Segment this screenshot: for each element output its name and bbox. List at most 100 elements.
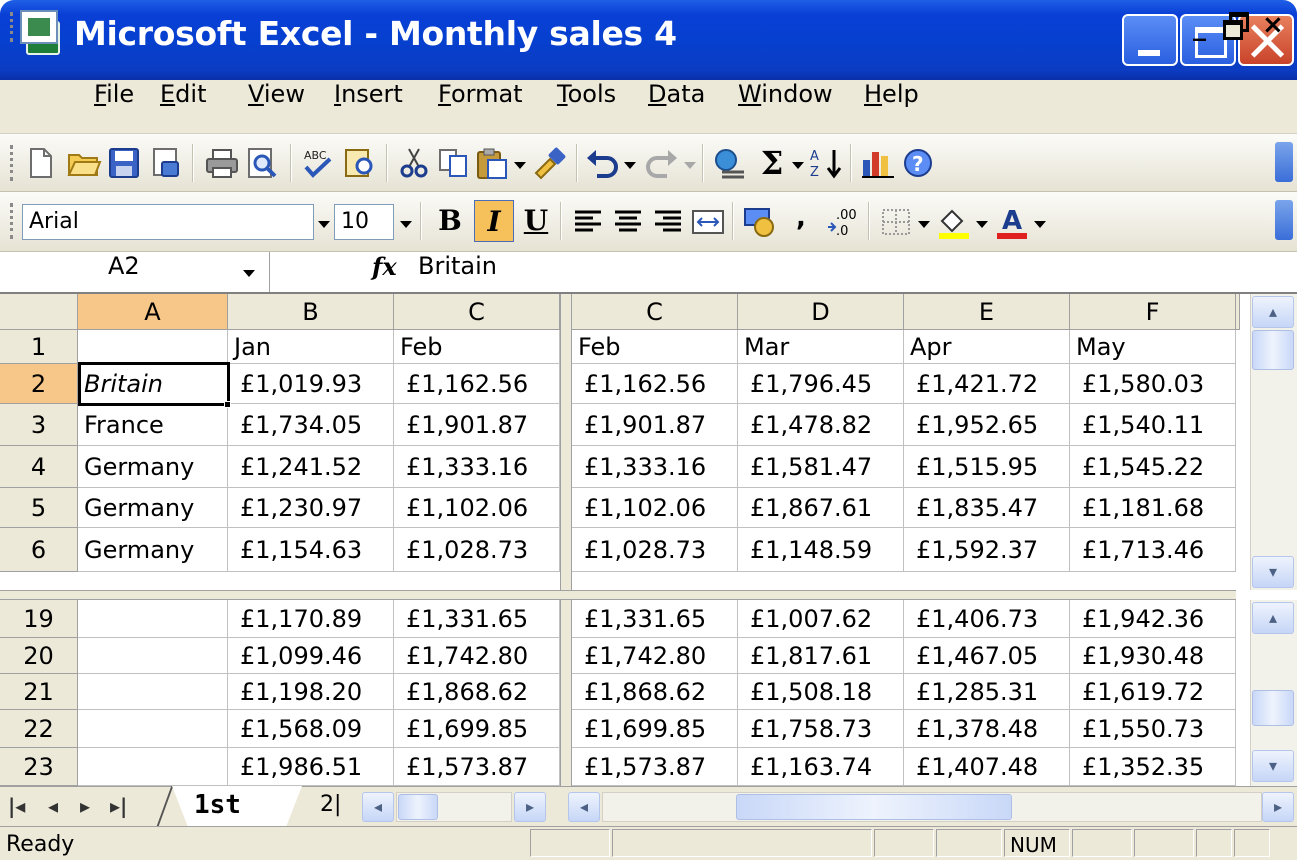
currency-style-icon[interactable] [742, 205, 778, 239]
cell-d2[interactable]: £1,796.45 [738, 364, 904, 404]
cell-f22[interactable]: £1,550.73 [1070, 710, 1236, 748]
cell-d3[interactable]: £1,478.82 [738, 404, 904, 446]
row-header-21[interactable]: 21 [0, 674, 78, 710]
hscroll2-right-button[interactable]: ▸ [1262, 792, 1294, 822]
cell-e22[interactable]: £1,378.48 [904, 710, 1070, 748]
copy-icon[interactable] [436, 146, 472, 180]
column-header-b[interactable]: B [228, 294, 394, 330]
cell-b5[interactable]: £1,230.97 [228, 488, 394, 528]
cell-e2[interactable]: £1,421.72 [904, 364, 1070, 404]
open-icon[interactable] [66, 146, 102, 180]
cell-b20[interactable]: £1,099.46 [228, 638, 394, 674]
menu-edit[interactable]: Edit [160, 80, 206, 134]
font-size-box[interactable]: 10 [334, 204, 394, 240]
toolbar-options-icon[interactable] [1275, 142, 1293, 182]
spelling-icon[interactable]: ABC [300, 146, 336, 180]
workbook-icon[interactable] [20, 10, 58, 44]
hscroll-right-button[interactable]: ▸ [514, 792, 546, 822]
next-sheet-icon[interactable]: ▸ [80, 794, 90, 818]
cell-d5[interactable]: £1,867.61 [738, 488, 904, 528]
increase-decimal-icon[interactable]: .00.0 [826, 205, 862, 239]
comma-style-button[interactable]: , [796, 200, 806, 236]
cell-c20[interactable]: £1,742.80 [572, 638, 738, 674]
toolbar-options-icon[interactable] [1275, 200, 1293, 240]
cell-f1[interactable]: May [1070, 330, 1236, 364]
menu-format[interactable]: Format [438, 80, 523, 134]
cell-c2[interactable]: £1,162.56 [394, 364, 560, 404]
cell-d6[interactable]: £1,148.59 [738, 528, 904, 572]
cell-e20[interactable]: £1,467.05 [904, 638, 1070, 674]
row-header-4[interactable]: 4 [0, 446, 78, 488]
cut-icon[interactable] [396, 146, 432, 180]
cell-e21[interactable]: £1,285.31 [904, 674, 1070, 710]
cell-e4[interactable]: £1,515.95 [904, 446, 1070, 488]
cell-c22[interactable]: £1,699.85 [572, 710, 738, 748]
undo-dropdown-icon[interactable] [624, 162, 636, 169]
row-header-23[interactable]: 23 [0, 748, 78, 786]
cell-a20[interactable] [78, 638, 228, 674]
cell-d4[interactable]: £1,581.47 [738, 446, 904, 488]
cell-e3[interactable]: £1,952.65 [904, 404, 1070, 446]
cell-f3[interactable]: £1,540.11 [1070, 404, 1236, 446]
cell-c19[interactable]: £1,331.65 [572, 600, 738, 638]
select-all-corner[interactable] [0, 294, 78, 330]
cell-c6[interactable]: £1,028.73 [572, 528, 738, 572]
workbook-restore-icon[interactable] [1223, 12, 1249, 40]
fill-color-dropdown-icon[interactable] [976, 221, 988, 228]
cell-e5[interactable]: £1,835.47 [904, 488, 1070, 528]
cell-b6[interactable]: £1,154.63 [228, 528, 394, 572]
borders-icon[interactable] [878, 205, 914, 239]
cell-e23[interactable]: £1,407.48 [904, 748, 1070, 786]
formula-input[interactable]: Britain [418, 252, 497, 292]
workbook-close-icon[interactable]: × [1262, 10, 1284, 40]
cell-c6[interactable]: £1,028.73 [394, 528, 560, 572]
menu-window[interactable]: Window [738, 80, 833, 134]
cell-f4[interactable]: £1,545.22 [1070, 446, 1236, 488]
cell-c23[interactable]: £1,573.87 [572, 748, 738, 786]
chart-wizard-icon[interactable] [860, 146, 896, 180]
cell-d20[interactable]: £1,817.61 [738, 638, 904, 674]
vscroll-bottom-up-button[interactable]: ▴ [1252, 602, 1294, 634]
vscroll-top-thumb[interactable] [1252, 330, 1294, 370]
font-color-dropdown-icon[interactable] [1034, 221, 1046, 228]
insert-function-icon[interactable]: fx [372, 252, 397, 292]
print-icon[interactable] [204, 146, 240, 180]
undo-icon[interactable] [584, 146, 620, 180]
cell-a3[interactable]: France [78, 404, 228, 446]
paste-icon[interactable] [474, 146, 510, 180]
cell-b23[interactable]: £1,986.51 [228, 748, 394, 786]
column-header-f[interactable]: F [1070, 294, 1236, 330]
help-icon[interactable]: ? [900, 146, 936, 180]
column-header-a[interactable]: A [78, 294, 228, 330]
cell-f21[interactable]: £1,619.72 [1070, 674, 1236, 710]
align-left-icon[interactable] [570, 205, 606, 239]
vscroll-top-down-button[interactable]: ▾ [1252, 556, 1294, 588]
cell-c5[interactable]: £1,102.06 [394, 488, 560, 528]
borders-dropdown-icon[interactable] [918, 221, 930, 228]
cell-c4[interactable]: £1,333.16 [394, 446, 560, 488]
cell-d19[interactable]: £1,007.62 [738, 600, 904, 638]
menu-tools[interactable]: Tools [557, 80, 616, 134]
vscroll-bottom-down-button[interactable]: ▾ [1252, 750, 1294, 782]
vscroll-bottom-thumb[interactable] [1252, 690, 1294, 726]
cell-c23[interactable]: £1,573.87 [394, 748, 560, 786]
hscroll2-left-button[interactable]: ◂ [568, 792, 600, 822]
name-box-dropdown-icon[interactable] [243, 270, 255, 277]
cell-f23[interactable]: £1,352.35 [1070, 748, 1236, 786]
redo-dropdown-icon[interactable] [684, 162, 696, 169]
active-cell[interactable] [78, 362, 230, 406]
font-name-box[interactable]: Arial [22, 204, 314, 240]
cell-b21[interactable]: £1,198.20 [228, 674, 394, 710]
cell-c21[interactable]: £1,868.62 [572, 674, 738, 710]
cell-d1[interactable]: Mar [738, 330, 904, 364]
align-center-icon[interactable] [610, 205, 646, 239]
cell-b22[interactable]: £1,568.09 [228, 710, 394, 748]
minimize-button[interactable] [1122, 14, 1178, 66]
row-header-19[interactable]: 19 [0, 600, 78, 638]
toolbar-grip[interactable] [10, 145, 14, 181]
cell-b4[interactable]: £1,241.52 [228, 446, 394, 488]
underline-button[interactable]: U [516, 200, 556, 242]
redo-icon[interactable] [644, 146, 680, 180]
cell-f2[interactable]: £1,580.03 [1070, 364, 1236, 404]
cell-b19[interactable]: £1,170.89 [228, 600, 394, 638]
